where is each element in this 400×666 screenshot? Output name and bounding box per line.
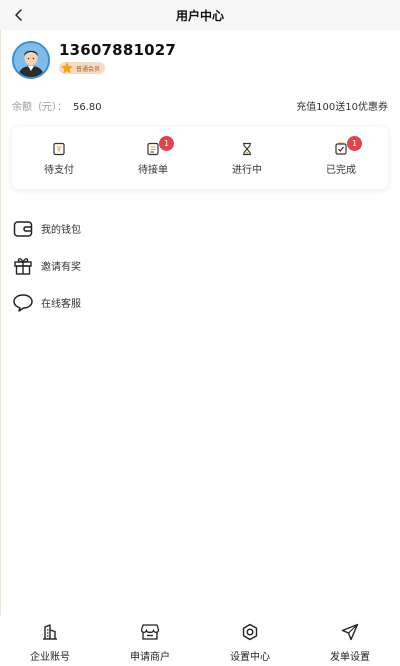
top-header: 用户中心 (0, 0, 400, 30)
bottom-nav: 企业账号 申请商户 设置中心 发单设置 (0, 616, 400, 666)
profile-section: 13607881027 普通会员 (12, 41, 176, 79)
recharge-promo-link[interactable]: 充值100送10优惠券 (296, 98, 388, 113)
order-in-progress[interactable]: 进行中 (200, 127, 294, 189)
order-label: 待支付 (44, 164, 74, 176)
nav-settings-center[interactable]: 设置中心 (200, 616, 300, 666)
avatar[interactable] (12, 41, 50, 79)
back-button[interactable] (8, 4, 30, 26)
order-label: 进行中 (232, 164, 262, 176)
menu-label: 在线客服 (41, 299, 81, 310)
menu-item-wallet[interactable]: 我的钱包 (12, 210, 388, 247)
orders-card: 待支付 待接单 1 进行中 已完成 1 (12, 127, 388, 189)
nav-dispatch-settings[interactable]: 发单设置 (300, 616, 400, 666)
document-list-icon (147, 142, 159, 155)
phone-number: 13607881027 (59, 41, 177, 59)
menu-label: 邀请有奖 (41, 262, 81, 273)
pending-payment-icon (53, 142, 65, 155)
order-pending-payment[interactable]: 待支付 (12, 127, 106, 189)
order-completed[interactable]: 已完成 1 (294, 127, 388, 189)
order-label: 已完成 (326, 164, 356, 176)
checkbox-icon (335, 142, 347, 155)
nav-label: 企业账号 (30, 652, 70, 663)
member-label: 普通会员 (76, 65, 101, 73)
paper-plane-icon (341, 623, 359, 641)
nav-label: 发单设置 (330, 652, 370, 663)
balance-value: 56.80 (73, 102, 102, 113)
chat-bubble-icon (13, 293, 33, 312)
hourglass-icon (243, 142, 251, 155)
menu-item-online-service[interactable]: 在线客服 (12, 284, 388, 321)
gear-icon (242, 623, 258, 641)
menu-label: 我的钱包 (41, 225, 81, 236)
balance-label: 余额（元）： (12, 102, 67, 113)
notification-badge: 1 (159, 136, 174, 151)
nav-label: 设置中心 (230, 652, 270, 663)
nav-apply-merchant[interactable]: 申请商户 (100, 616, 200, 666)
order-label: 待接单 (138, 164, 168, 176)
chevron-left-icon (15, 9, 22, 21)
menu-list: 我的钱包 邀请有奖 在线客服 (12, 210, 388, 321)
wallet-icon (13, 220, 33, 237)
building-icon (43, 624, 57, 640)
member-badge: 普通会员 (59, 62, 106, 74)
store-icon (140, 624, 160, 640)
member-star-icon (61, 62, 73, 74)
order-awaiting-acceptance[interactable]: 待接单 1 (106, 127, 200, 189)
page-title: 用户中心 (175, 8, 224, 23)
menu-item-invite-rewards[interactable]: 邀请有奖 (12, 247, 388, 284)
nav-label: 申请商户 (130, 652, 170, 663)
nav-enterprise-account[interactable]: 企业账号 (0, 616, 100, 666)
notification-badge: 1 (347, 136, 362, 151)
user-center-page: 用户中心 13607881027 普通会员 余额（元）： 56.80 充值100… (0, 0, 400, 666)
balance-row: 余额（元）： 56.80 充值100送10优惠券 (12, 98, 388, 113)
user-avatar-icon (14, 43, 48, 77)
left-edge-line (0, 30, 1, 666)
gift-icon (14, 257, 32, 275)
